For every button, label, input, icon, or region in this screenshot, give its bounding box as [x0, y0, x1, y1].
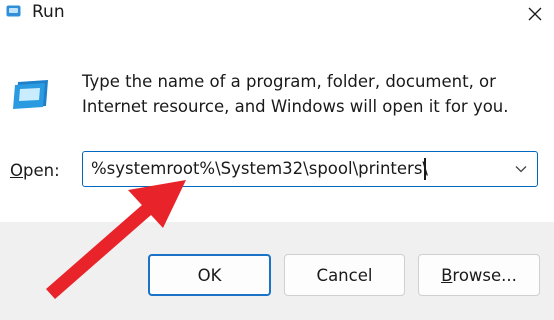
- title-bar: Run: [0, 0, 554, 34]
- text-caret: [424, 158, 426, 180]
- run-app-icon: [6, 5, 21, 17]
- window-title: Run: [32, 2, 65, 22]
- browse-access-key: B: [441, 265, 453, 285]
- open-dropdown-button[interactable]: [505, 152, 537, 185]
- button-bar: OK Cancel Browse...: [0, 222, 554, 320]
- dialog-description: Type the name of a program, folder, docu…: [82, 72, 509, 116]
- open-label-access-key: O: [10, 161, 23, 180]
- open-label-text: pen:: [23, 161, 60, 180]
- cancel-button[interactable]: Cancel: [284, 254, 405, 296]
- browse-label: rowse...: [452, 265, 517, 285]
- chevron-down-icon: [515, 165, 527, 172]
- open-label: Open:: [10, 160, 60, 182]
- run-dialog-icon: [13, 80, 48, 109]
- close-button[interactable]: [516, 0, 554, 28]
- close-icon: [528, 7, 542, 21]
- dialog-body: Type the name of a program, folder, docu…: [0, 34, 554, 222]
- browse-button[interactable]: Browse...: [418, 254, 540, 296]
- open-input[interactable]: [83, 152, 511, 185]
- open-combobox[interactable]: [82, 151, 538, 187]
- ok-button[interactable]: OK: [148, 254, 271, 296]
